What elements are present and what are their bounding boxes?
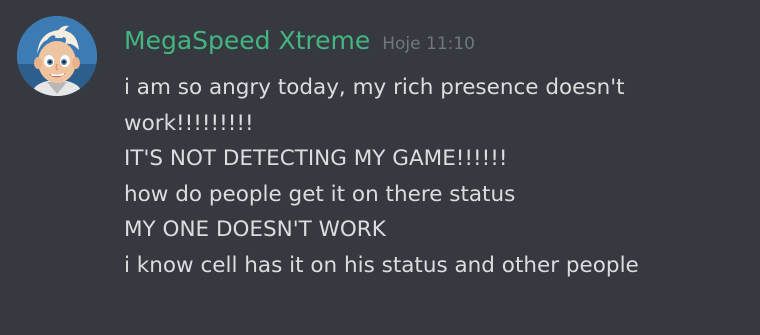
author-name[interactable]: MegaSpeed Xtreme <box>124 26 370 56</box>
message-line: i am so angry today, my rich presence do… <box>124 75 625 100</box>
chat-message: MegaSpeed Xtreme Hoje 11:10 i am so angr… <box>0 0 760 335</box>
message-header: MegaSpeed Xtreme Hoje 11:10 <box>124 26 475 59</box>
user-avatar[interactable] <box>17 16 97 96</box>
message-content: i am so angry today, my rich presence do… <box>124 70 744 283</box>
message-line: work!!!!!!!!! <box>124 110 254 136</box>
message-timestamp: Hoje 11:10 <box>382 34 475 54</box>
message-line: how do people get it on there status <box>124 181 516 207</box>
message-line: MY ONE DOESN'T WORK <box>124 217 386 242</box>
cartoon-boy-avatar-icon <box>17 16 97 96</box>
message-line: i know cell has it on his status and oth… <box>124 252 639 278</box>
message-line: IT'S NOT DETECTING MY GAME!!!!!! <box>124 146 508 171</box>
